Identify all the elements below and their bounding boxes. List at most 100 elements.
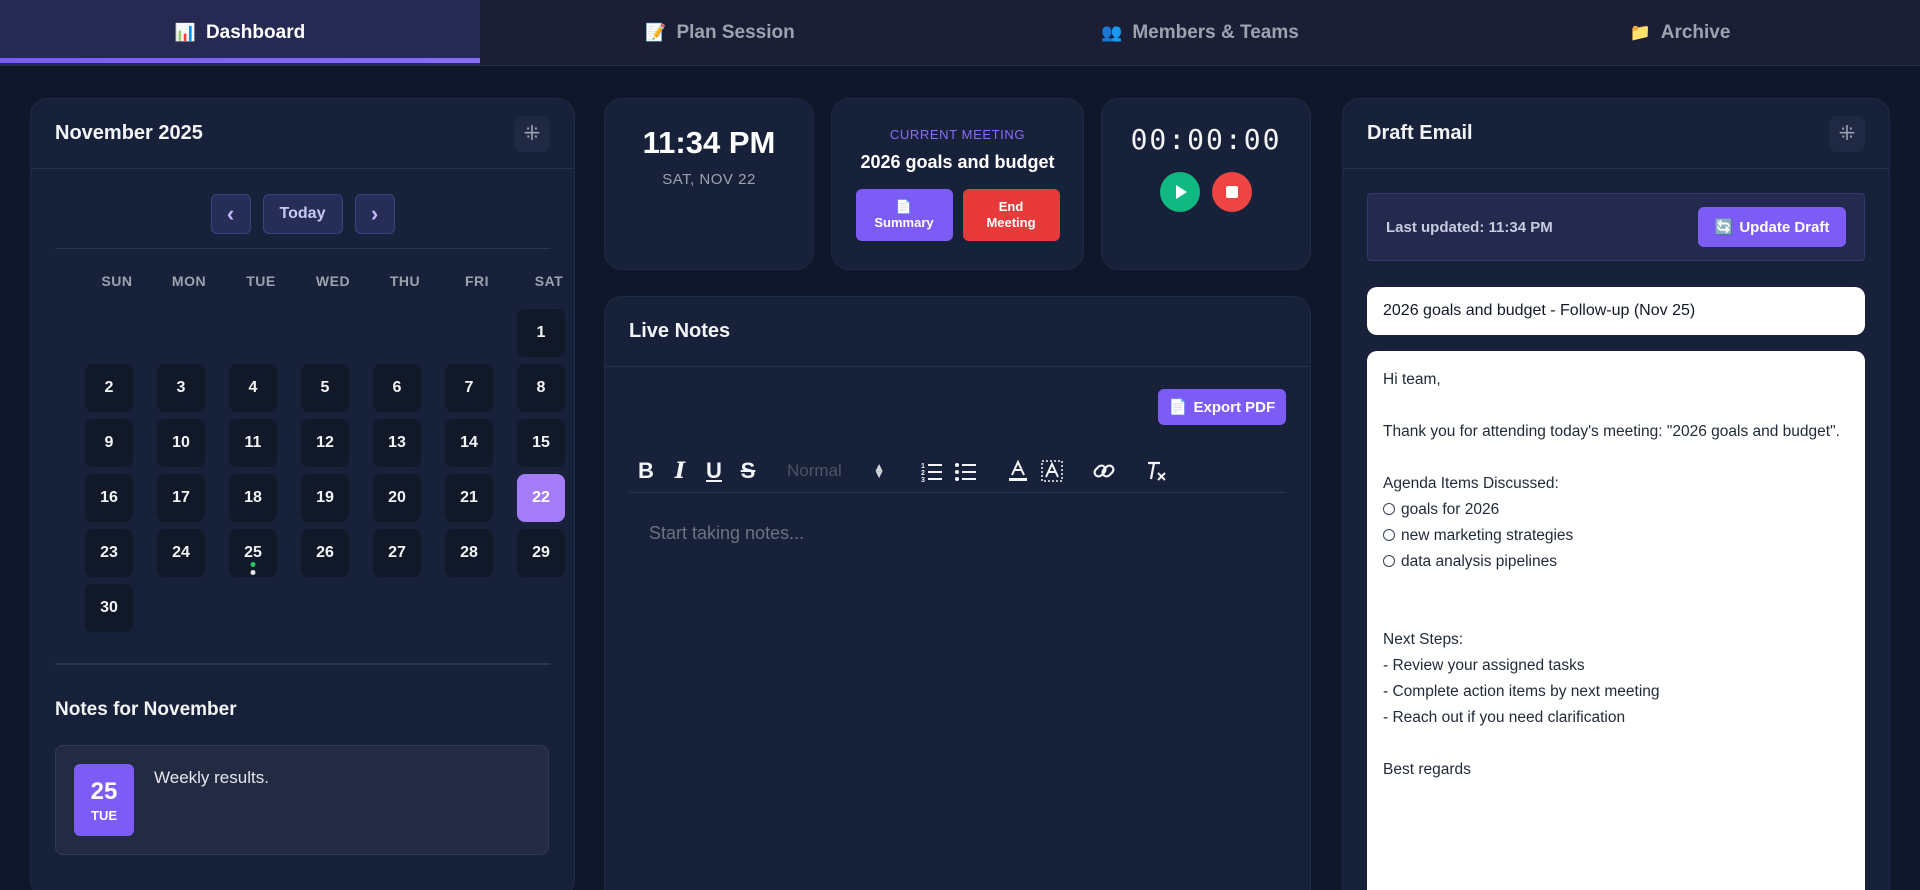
agenda-item: data analysis pipelines [1383, 549, 1849, 575]
calendar-day[interactable]: 20 [373, 474, 421, 522]
calendar-day[interactable]: 16 [85, 474, 133, 522]
next-step-item: - Review your assigned tasks [1383, 657, 1585, 674]
text-color-icon[interactable] [1001, 454, 1035, 488]
calendar-day[interactable]: 7 [445, 364, 493, 412]
play-icon [1176, 185, 1187, 199]
tab-archive[interactable]: 📁 Archive [1440, 0, 1920, 65]
link-icon[interactable] [1087, 454, 1121, 488]
calendar-day-number: 22 [532, 489, 550, 506]
calendar-blank [373, 309, 421, 357]
tab-members-teams[interactable]: 👥 Members & Teams [960, 0, 1440, 65]
memo-icon: 📝 [645, 22, 667, 42]
email-body-textarea[interactable]: Hi team, Thank you for attending today's… [1367, 351, 1865, 890]
chart-icon: 📊 [174, 22, 196, 42]
prev-month-button[interactable]: ‹ [210, 194, 251, 234]
weekday-label: MON [171, 273, 207, 289]
calendar-day[interactable]: 5 [301, 364, 349, 412]
calendar-day[interactable]: 1 [517, 309, 565, 357]
strikethrough-icon[interactable]: S [731, 454, 765, 488]
calendar-day[interactable]: 12 [301, 419, 349, 467]
calendar-day-number: 5 [320, 379, 330, 396]
calendar-header: November 2025 ⁜ [31, 99, 574, 169]
bullet-list-icon[interactable] [949, 454, 983, 488]
summary-button[interactable]: 📄 Summary [855, 189, 953, 241]
tab-label: Dashboard [205, 21, 306, 43]
notes-editor-placeholder[interactable]: Start taking notes... [649, 523, 804, 544]
underline-icon[interactable]: U [697, 454, 731, 488]
calendar-day[interactable]: 4 [229, 364, 277, 412]
calendar-day-number: 12 [316, 434, 334, 451]
calendar-day[interactable]: 21 [445, 474, 493, 522]
calendar-day[interactable]: 24 [157, 529, 205, 577]
calendar-day[interactable]: 6 [373, 364, 421, 412]
calendar-day[interactable]: 11 [229, 419, 277, 467]
next-step-item: - Reach out if you need clarification [1383, 709, 1626, 726]
update-draft-label: Update Draft [1739, 218, 1830, 236]
calendar-nav: ‹ Today › [31, 194, 574, 234]
today-button[interactable]: Today [262, 194, 343, 234]
tab-label: Members & Teams [1132, 21, 1299, 43]
email-intro: Thank you for attending today's meeting:… [1383, 423, 1840, 440]
calendar-day[interactable]: 17 [157, 474, 205, 522]
note-text: Weekly results. [154, 768, 269, 787]
italic-icon[interactable]: I [663, 454, 697, 488]
calendar-day[interactable]: 26 [301, 529, 349, 577]
calendar-day[interactable]: 30 [85, 584, 133, 632]
end-meeting-button[interactable]: End Meeting [962, 189, 1060, 241]
export-pdf-button[interactable]: 📄 Export PDF [1158, 389, 1286, 425]
email-subject-input[interactable]: 2026 goals and budget - Follow-up (Nov 2… [1367, 287, 1865, 335]
calendar-day[interactable]: 25 [229, 529, 277, 577]
calendar-day[interactable]: 29 [517, 529, 565, 577]
calendar-day[interactable]: 19 [301, 474, 349, 522]
tab-dashboard[interactable]: 📊 Dashboard [0, 0, 480, 65]
calendar-day[interactable]: 10 [157, 419, 205, 467]
collapse-icon[interactable]: ⁜ [1829, 115, 1865, 152]
collapse-icon[interactable]: ⁜ [514, 115, 550, 152]
calendar-day-number: 27 [388, 544, 406, 561]
next-steps-title: Next Steps: [1383, 631, 1464, 648]
draft-email-header: Draft Email ⁜ [1343, 99, 1889, 169]
calendar-blank [301, 309, 349, 357]
calendar-day-number: 11 [244, 434, 262, 451]
clock-time: 11:34 PM [642, 125, 776, 160]
month-note-card[interactable]: 25 TUE Weekly results. [55, 745, 549, 855]
tab-label: Plan Session [676, 21, 795, 43]
calendar-panel: November 2025 ⁜ ‹ Today › SUN MON TUE WED TH… [30, 98, 575, 890]
calendar-day[interactable]: 2 [85, 364, 133, 412]
circle-icon [1383, 529, 1395, 541]
bold-icon[interactable]: B [629, 454, 663, 488]
tab-plan-session[interactable]: 📝 Plan Session [480, 0, 960, 65]
calendar-day-number: 4 [248, 379, 258, 396]
divider [55, 663, 550, 665]
calendar-day[interactable]: 28 [445, 529, 493, 577]
calendar-day[interactable]: 27 [373, 529, 421, 577]
stop-button[interactable] [1212, 172, 1252, 212]
highlight-icon[interactable] [1035, 454, 1069, 488]
calendar-day[interactable]: 14 [445, 419, 493, 467]
ordered-list-icon[interactable]: 123 [915, 454, 949, 488]
play-button[interactable] [1160, 172, 1200, 212]
svg-text:1: 1 [921, 463, 925, 470]
calendar-day[interactable]: 13 [373, 419, 421, 467]
calendar-day[interactable]: 8 [517, 364, 565, 412]
clear-format-icon[interactable] [1139, 454, 1173, 488]
calendar-day[interactable]: 23 [85, 529, 133, 577]
format-select[interactable]: Normal ▲ ▼ [765, 461, 897, 481]
calendar-day[interactable]: 9 [85, 419, 133, 467]
calendar-day-number: 28 [460, 544, 478, 561]
email-greeting: Hi team, [1383, 371, 1441, 388]
calendar-day[interactable]: 15 [517, 419, 565, 467]
calendar-day[interactable]: 22 [517, 474, 565, 522]
calendar-day-number: 8 [536, 379, 546, 396]
calendar-day[interactable]: 18 [229, 474, 277, 522]
calendar-blank [157, 309, 205, 357]
calendar-day[interactable]: 3 [157, 364, 205, 412]
calendar-day-number: 19 [316, 489, 334, 506]
circle-icon [1383, 555, 1395, 567]
update-draft-button[interactable]: 🔄 Update Draft [1698, 207, 1846, 247]
draft-email-panel: Draft Email ⁜ Last updated: 11:34 PM 🔄 U… [1342, 98, 1890, 890]
timer-card: 00:00:00 [1101, 98, 1311, 270]
calendar-day-number: 15 [532, 434, 550, 451]
next-month-button[interactable]: › [354, 194, 395, 234]
weekday-label: TUE [246, 273, 276, 289]
